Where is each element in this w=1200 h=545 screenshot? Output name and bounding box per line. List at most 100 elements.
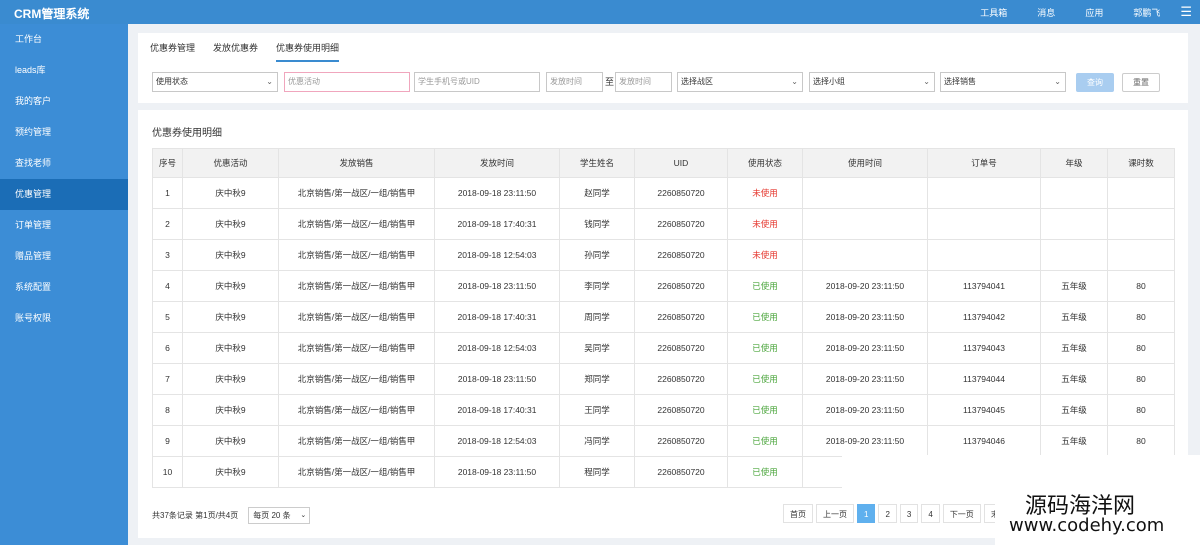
uid-cell: 2260850720: [634, 394, 728, 426]
sales-cell: 北京销售/第一战区/一组/销售甲: [278, 332, 435, 364]
page-button-2[interactable]: 2: [878, 504, 897, 523]
activity-cell: 庆中秋9: [182, 332, 279, 364]
uid-cell: 2260850720: [634, 239, 728, 271]
student-name-cell: 冯同学: [559, 425, 635, 457]
sales-select[interactable]: 选择销售 ⌄: [940, 72, 1066, 92]
issue-time-cell: 2018-09-18 17:40:31: [434, 394, 560, 426]
order-id-cell: [927, 239, 1041, 271]
end-date-input[interactable]: 发放时间: [615, 72, 672, 92]
table-header-row: 序号 优惠活动 发放销售 发放时间 学生姓名 UID 使用状态 使用时间 订单号…: [152, 148, 1175, 178]
sidebar-item-leads[interactable]: leads库: [0, 55, 128, 86]
status-cell: 未使用: [727, 208, 803, 240]
activity-cell: 庆中秋9: [182, 394, 279, 426]
date-range-separator: 至: [605, 77, 615, 87]
activity-cell: 庆中秋9: [182, 363, 279, 395]
page-size-select[interactable]: 每页 20 条 ⌄: [248, 507, 311, 524]
column-header: UID: [634, 148, 728, 178]
page-button-4[interactable]: 4: [921, 504, 940, 523]
tab-coupon-management[interactable]: 优惠券管理: [150, 41, 195, 62]
app-title: CRM管理系统: [14, 7, 90, 21]
table-row[interactable]: 3 庆中秋9 北京销售/第一战区/一组/销售甲 2018-09-18 12:54:03…: [152, 239, 1175, 271]
sidebar-item-discounts[interactable]: 优惠管理: [0, 179, 128, 210]
column-header: 发放时间: [434, 148, 560, 178]
start-date-input[interactable]: 发放时间: [546, 72, 603, 92]
column-header: 学生姓名: [559, 148, 635, 178]
row-index: 2: [152, 208, 183, 240]
use-time-cell: 2018-09-20 23:11:50: [802, 394, 928, 426]
grade-cell: [1040, 239, 1108, 271]
next-page-button[interactable]: 下一页: [942, 504, 981, 523]
table-row[interactable]: 9 庆中秋9 北京销售/第一战区/一组/销售甲 2018-09-18 12:54:03…: [152, 425, 1175, 457]
tab-issue-coupon[interactable]: 发放优惠券: [213, 41, 258, 62]
section-title: 优惠券使用明细: [152, 128, 222, 139]
messages-link[interactable]: 消息: [1037, 6, 1055, 19]
toolbox-link[interactable]: 工具箱: [980, 6, 1007, 19]
lesson-count-cell: 80: [1107, 301, 1175, 333]
use-time-cell: 2018-09-20 23:11:50: [802, 425, 928, 457]
order-id-cell: 113794043: [927, 332, 1041, 364]
issue-time-cell: 2018-09-18 17:40:31: [434, 208, 560, 240]
sidebar-item-gifts[interactable]: 赠品管理: [0, 241, 128, 272]
status-cell: 未使用: [727, 177, 803, 209]
status-cell: 已使用: [727, 301, 803, 333]
page-button-1[interactable]: 1: [857, 504, 876, 523]
pagination: 首页 上一页 1 2 3 4 下一页 末页: [783, 504, 1017, 524]
activity-input[interactable]: 优惠活动: [284, 72, 410, 92]
table-row[interactable]: 6 庆中秋9 北京销售/第一战区/一组/销售甲 2018-09-18 12:54:03…: [152, 332, 1175, 364]
row-index: 3: [152, 239, 183, 271]
sidebar-item-settings[interactable]: 系统配置: [0, 272, 128, 303]
lesson-count-cell: [1107, 177, 1175, 209]
group-select-value: 选择小组: [813, 77, 845, 86]
apps-link[interactable]: 应用: [1085, 6, 1103, 19]
table-row[interactable]: 8 庆中秋9 北京销售/第一战区/一组/销售甲 2018-09-18 17:40:31…: [152, 394, 1175, 426]
activity-cell: 庆中秋9: [182, 301, 279, 333]
sidebar-item-workbench[interactable]: 工作台: [0, 24, 128, 55]
column-header: 使用时间: [802, 148, 928, 178]
prev-page-button[interactable]: 上一页: [816, 504, 854, 523]
table-row[interactable]: 4 庆中秋9 北京销售/第一战区/一组/销售甲 2018-09-18 23:11:50…: [152, 270, 1175, 302]
status-cell: 已使用: [727, 332, 803, 364]
grade-cell: [1040, 177, 1108, 209]
column-header: 课时数: [1107, 148, 1175, 178]
search-button[interactable]: 查询: [1076, 73, 1114, 92]
uid-cell: 2260850720: [634, 456, 728, 488]
column-header: 订单号: [927, 148, 1041, 178]
sidebar-item-find-teacher[interactable]: 查找老师: [0, 148, 128, 179]
order-id-cell: 113794041: [927, 270, 1041, 302]
table-row[interactable]: 5 庆中秋9 北京销售/第一战区/一组/销售甲 2018-09-18 17:40:31…: [152, 301, 1175, 333]
user-name[interactable]: 郭鹏飞: [1133, 6, 1160, 19]
issue-time-cell: 2018-09-18 23:11:50: [434, 270, 560, 302]
uid-cell: 2260850720: [634, 332, 728, 364]
watermark: 源码海洋网 www.codehy.com: [995, 486, 1200, 545]
lesson-count-cell: 80: [1107, 425, 1175, 457]
reset-button[interactable]: 重置: [1122, 73, 1160, 92]
status-cell: 已使用: [727, 456, 803, 488]
sidebar-item-permissions[interactable]: 账号权限: [0, 303, 128, 334]
sidebar-item-my-customers[interactable]: 我的客户: [0, 86, 128, 117]
use-time-cell: [802, 239, 928, 271]
table-row[interactable]: 7 庆中秋9 北京销售/第一战区/一组/销售甲 2018-09-18 23:11:50…: [152, 363, 1175, 395]
sidebar-item-orders[interactable]: 订单管理: [0, 210, 128, 241]
student-name-cell: 吴同学: [559, 332, 635, 364]
chevron-down-icon: ⌄: [1054, 77, 1061, 86]
group-select[interactable]: 选择小组 ⌄: [809, 72, 935, 92]
row-index: 10: [152, 456, 183, 488]
use-time-cell: 2018-09-20 23:11:50: [802, 270, 928, 302]
page-button-3[interactable]: 3: [899, 504, 919, 523]
status-select[interactable]: 使用状态 ⌄: [152, 72, 278, 92]
menu-icon[interactable]: ☰: [1180, 4, 1192, 20]
activity-cell: 庆中秋9: [182, 456, 279, 488]
activity-cell: 庆中秋9: [182, 270, 279, 302]
lesson-count-cell: [1107, 239, 1175, 271]
first-page-button[interactable]: 首页: [783, 504, 813, 523]
lesson-count-cell: 80: [1107, 363, 1175, 395]
issue-time-cell: 2018-09-18 12:54:03: [434, 239, 560, 271]
region-select[interactable]: 选择战区 ⌄: [677, 72, 803, 92]
student-search-input[interactable]: 学生手机号或UID: [414, 72, 540, 92]
tab-coupon-usage[interactable]: 优惠券使用明细: [276, 41, 340, 62]
table-row[interactable]: 2 庆中秋9 北京销售/第一战区/一组/销售甲 2018-09-18 17:40:31…: [152, 208, 1175, 240]
sidebar-item-appointments[interactable]: 预约管理: [0, 117, 128, 148]
table-row[interactable]: 1 庆中秋9 北京销售/第一战区/一组/销售甲 2018-09-18 23:11:50…: [152, 177, 1175, 209]
grade-cell: [1040, 208, 1108, 240]
filter-panel: 优惠券管理 发放优惠券 优惠券使用明细 使用状态 ⌄ 优惠活动 学生手机号或UI…: [138, 33, 1188, 103]
